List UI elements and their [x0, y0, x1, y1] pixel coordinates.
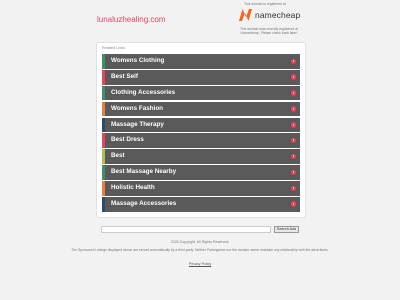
related-link[interactable]: Massage Therapy [102, 117, 300, 133]
arrow-right-icon [290, 153, 296, 160]
related-link-label: Holistic Health [111, 184, 155, 191]
related-link[interactable]: Best Massage Nearby [102, 165, 300, 180]
domain-name: lunaluzhealing.com [97, 15, 166, 24]
link-color-bar [102, 149, 105, 164]
disclaimer-text: The Sponsored Listings displayed above a… [71, 248, 329, 252]
link-color-bar [102, 133, 105, 149]
related-links-title: Related Links [102, 46, 126, 50]
registrar-note: This domain is registered at [244, 2, 286, 6]
related-link[interactable]: Womens Clothing [102, 54, 300, 69]
related-link[interactable]: Holistic Health [102, 181, 300, 196]
related-link-label: Best Dress [111, 136, 144, 144]
related-link-label: Massage Accessories [111, 199, 177, 207]
arrow-right-icon [290, 122, 296, 128]
arrow-right-icon [290, 185, 296, 192]
link-color-bar [102, 101, 105, 117]
arrow-right-icon [290, 106, 296, 112]
related-links-panel: Related Links Womens Clothing Best Self Cl… [96, 42, 306, 218]
related-link[interactable]: Best [102, 149, 300, 164]
related-link[interactable]: Best Dress [102, 133, 300, 149]
privacy-policy-link[interactable]: Privacy Policy [0, 262, 400, 266]
registrar-subtext: This domain was recently registered at N… [239, 27, 299, 35]
arrow-right-icon [290, 58, 296, 65]
arrow-right-icon [290, 74, 296, 80]
namecheap-wordmark: namecheap [255, 10, 301, 20]
search-ads-button[interactable]: Search Ads [274, 226, 299, 233]
related-link-label: Massage Therapy [111, 120, 164, 128]
related-links-list: Womens Clothing Best Self Clothing Accesso… [102, 54, 300, 213]
arrow-right-icon [290, 201, 296, 207]
related-link[interactable]: Massage Accessories [102, 196, 300, 212]
link-color-bar [102, 85, 105, 101]
namecheap-n-icon [239, 9, 252, 21]
related-link-label: Womens Clothing [111, 57, 165, 64]
arrow-right-icon [290, 90, 296, 96]
related-link[interactable]: Clothing Accessories [102, 85, 300, 101]
related-link[interactable]: Best Self [102, 69, 300, 85]
link-color-bar [102, 54, 105, 69]
related-link-label: Womens Fashion [111, 104, 164, 112]
link-color-bar [102, 165, 105, 180]
link-color-bar [102, 181, 105, 196]
arrow-right-icon [290, 137, 296, 144]
link-color-bar [102, 196, 105, 212]
related-link-label: Best Self [111, 72, 138, 80]
arrow-right-icon [290, 169, 296, 176]
search-input[interactable] [101, 226, 271, 233]
related-link-label: Best Massage Nearby [111, 168, 177, 176]
link-color-bar [102, 69, 105, 85]
link-color-bar [102, 117, 105, 133]
copyright-text: 2025 Copyright. All Rights Reserved. [170, 240, 230, 244]
related-link[interactable]: Womens Fashion [102, 101, 300, 117]
namecheap-logo[interactable]: namecheap [238, 8, 300, 24]
related-link-label: Best [111, 152, 125, 160]
related-link-label: Clothing Accessories [111, 88, 176, 96]
